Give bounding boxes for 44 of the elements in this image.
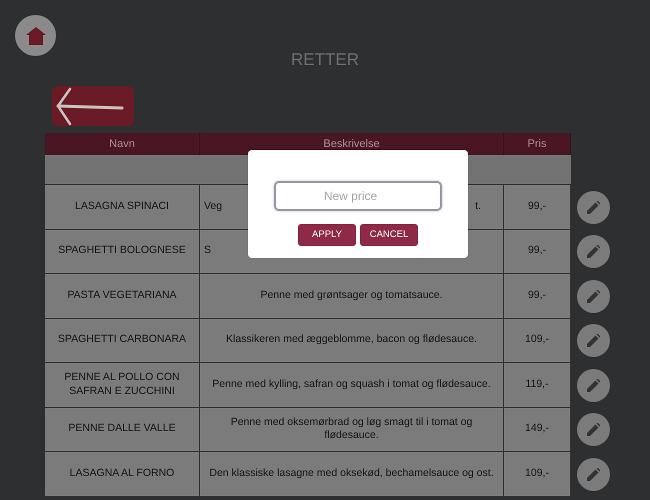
description-cell: Penne med grøntsager og tomatsauce. xyxy=(200,274,504,318)
description-cell: Den klassiske lasagne med oksekød, bechamelsauce og ost. xyxy=(200,452,504,496)
house-icon xyxy=(26,26,46,44)
column-header: Pris xyxy=(504,133,571,155)
price-cell: 109,- xyxy=(504,452,571,496)
dish-name: SPAGHETTI BOLOGNESE xyxy=(45,230,200,274)
edit-button[interactable] xyxy=(577,190,610,224)
cancel-button[interactable]: CANCEL xyxy=(360,224,418,246)
dish-name: PENNE AL POLLO CON SAFRAN E ZUCCHINI xyxy=(45,363,200,408)
description-cell: Klassikeren med æggeblomme, bacon og flødesauce. xyxy=(200,318,504,363)
pencil-icon xyxy=(587,290,600,303)
back-button[interactable] xyxy=(52,86,134,126)
pencil-icon xyxy=(587,423,600,436)
edit-button[interactable] xyxy=(577,368,610,402)
description-text: t. xyxy=(475,200,481,214)
pencil-icon xyxy=(587,200,600,214)
column-header: Navn xyxy=(45,133,200,155)
pencil-icon xyxy=(587,245,600,258)
price-cell: 149,- xyxy=(504,408,571,452)
home-button[interactable] xyxy=(15,15,56,56)
description-cell: Penne med oksemørbrad og løg smagt til i tomat og flødesauce. xyxy=(200,408,504,452)
edit-button[interactable] xyxy=(577,413,610,446)
edit-button[interactable] xyxy=(577,324,610,358)
pencil-icon xyxy=(587,334,600,348)
price-cell: 99,- xyxy=(504,274,571,318)
dish-name: SPAGHETTI CARBONARA xyxy=(45,318,200,363)
price-cell: 119,- xyxy=(504,363,571,408)
dish-name: PENNE DALLE VALLE xyxy=(45,408,200,452)
page-title: RETTER xyxy=(290,49,360,70)
price-cell: 109,- xyxy=(504,318,571,363)
edit-button[interactable] xyxy=(577,235,610,268)
price-input[interactable]: New price xyxy=(274,181,442,211)
description-cell: Penne med kylling, safran og squash i tomat og flødesauce. xyxy=(200,363,504,408)
edit-button[interactable] xyxy=(577,280,610,313)
price-cell: 99,- xyxy=(504,230,571,274)
price-cell: 99,- xyxy=(504,185,571,230)
pencil-icon xyxy=(587,468,600,481)
dish-name: LASAGNA AL FORNO xyxy=(45,452,200,496)
description-text: Veg xyxy=(204,200,222,214)
dish-name: PASTA VEGETARIANA xyxy=(45,274,200,318)
dish-name: LASAGNA SPINACI xyxy=(45,185,200,230)
edit-button[interactable] xyxy=(577,458,610,491)
pencil-icon xyxy=(587,378,600,392)
apply-button[interactable]: APPLY xyxy=(298,224,356,246)
